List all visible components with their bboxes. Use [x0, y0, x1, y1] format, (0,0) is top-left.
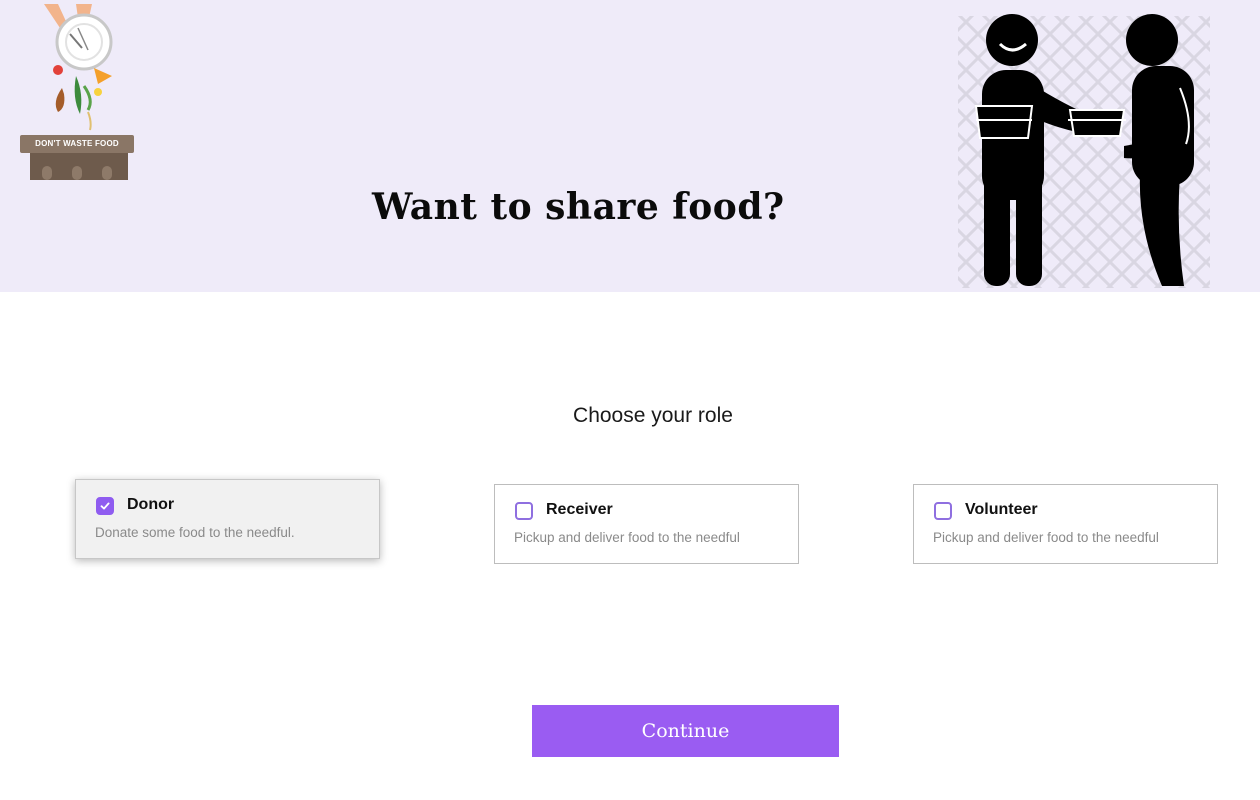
- role-card-volunteer[interactable]: Volunteer Pickup and deliver food to the…: [913, 484, 1218, 564]
- donor-checkbox[interactable]: [96, 497, 114, 515]
- hero-banner: DON'T WASTE FOOD Want to share food?: [0, 0, 1260, 292]
- hero-title: Want to share food?: [372, 186, 785, 228]
- role-description: Donate some food to the needful.: [95, 525, 295, 540]
- role-heading: Choose your role: [573, 404, 733, 427]
- continue-button[interactable]: Continue: [532, 705, 839, 757]
- role-title: Volunteer: [965, 501, 1038, 518]
- people-sharing-food-icon: [958, 14, 1210, 288]
- logo-text: DON'T WASTE FOOD: [20, 135, 134, 153]
- role-card-donor[interactable]: Donor Donate some food to the needful.: [75, 479, 380, 559]
- role-description: Pickup and deliver food to the needful: [514, 530, 740, 545]
- check-icon: [100, 502, 110, 510]
- receiver-checkbox[interactable]: [515, 502, 533, 520]
- food-falling-plate-icon: [30, 4, 128, 180]
- role-title: Receiver: [546, 501, 613, 518]
- role-description: Pickup and deliver food to the needful: [933, 530, 1159, 545]
- dont-waste-food-logo: DON'T WASTE FOOD: [18, 4, 138, 180]
- role-title: Donor: [127, 496, 175, 513]
- volunteer-checkbox[interactable]: [934, 502, 952, 520]
- role-card-receiver[interactable]: Receiver Pickup and deliver food to the …: [494, 484, 799, 564]
